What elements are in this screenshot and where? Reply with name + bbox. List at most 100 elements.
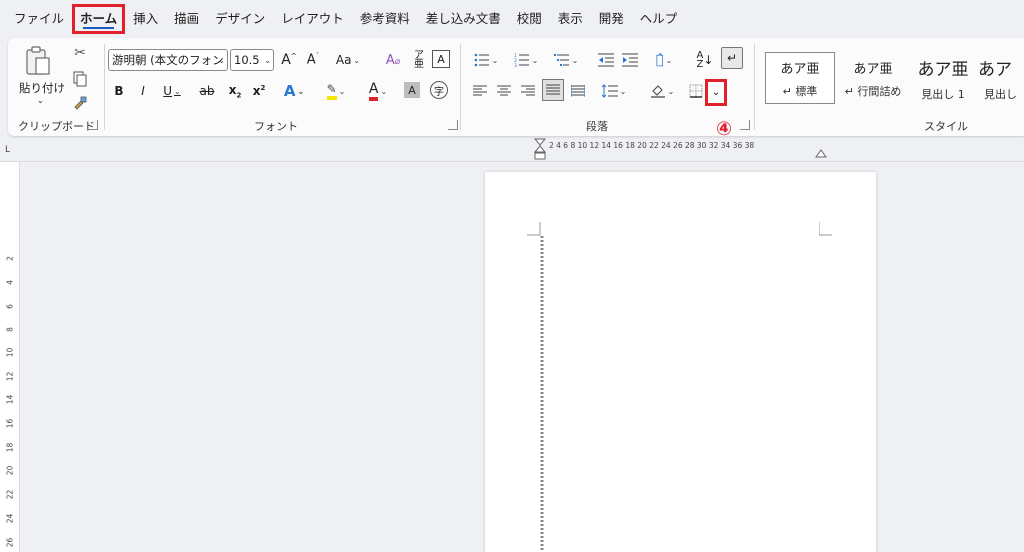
tab-draw[interactable]: 描画 bbox=[166, 6, 207, 32]
tab-mailings[interactable]: 差し込み文書 bbox=[418, 6, 509, 32]
shrink-font-icon: Aˇ bbox=[306, 52, 320, 68]
paste-icon bbox=[26, 46, 50, 75]
align-right-button[interactable] bbox=[518, 80, 538, 102]
bold-button[interactable]: B bbox=[110, 80, 128, 102]
font-group-label: フォント bbox=[254, 120, 298, 133]
vruler-number: 20 bbox=[5, 465, 15, 476]
superscript-icon: x2 bbox=[252, 84, 266, 98]
tab-review[interactable]: 校閲 bbox=[509, 6, 550, 32]
style-heading-2-name: 見出し bbox=[984, 87, 1017, 101]
font-dialog-launcher[interactable] bbox=[448, 120, 458, 130]
chevron-down-icon: ⌄ bbox=[338, 86, 346, 96]
bullets-button[interactable]: ⌄ bbox=[470, 49, 502, 71]
underline-button[interactable]: U ⌄ bbox=[158, 80, 186, 102]
italic-button[interactable]: I bbox=[134, 80, 152, 102]
font-color-button[interactable]: A ⌄ bbox=[362, 80, 394, 102]
styles-group-label: スタイル bbox=[924, 120, 968, 133]
justify-button[interactable] bbox=[542, 79, 564, 101]
numbering-button[interactable]: 1 2 3 ⌄ bbox=[510, 49, 542, 71]
scissors-icon: ✂ bbox=[74, 45, 86, 61]
vruler-number: 16 bbox=[5, 418, 15, 429]
document-page[interactable] bbox=[485, 172, 876, 552]
superscript-button[interactable]: x2 bbox=[250, 80, 268, 102]
increase-indent-icon bbox=[622, 53, 638, 67]
strikethrough-icon: ab bbox=[199, 84, 215, 98]
copy-button[interactable] bbox=[70, 70, 90, 88]
vruler-number: 10 bbox=[5, 347, 15, 358]
character-shading-button[interactable]: A bbox=[404, 82, 420, 98]
borders-button[interactable] bbox=[686, 80, 706, 102]
tab-help[interactable]: ヘルプ bbox=[632, 6, 686, 32]
strikethrough-button[interactable]: ab bbox=[196, 80, 218, 102]
ribbon: 貼り付け ⌄ ✂ クリップボード 游明朝 (本文のフォン ⌄ 10.5 ⌄ A^… bbox=[8, 38, 1024, 136]
vertical-ruler[interactable]: 2 4 6 8 10 12 14 16 18 20 22 24 26 bbox=[0, 162, 20, 552]
clipboard-dialog-launcher[interactable] bbox=[88, 120, 98, 130]
indent-marker-right[interactable] bbox=[815, 148, 827, 158]
horizontal-ruler[interactable]: 2 4 6 8 10 12 14 16 18 20 22 24 26 28 30… bbox=[549, 141, 754, 150]
tab-insert[interactable]: 挿入 bbox=[125, 6, 166, 32]
clear-formatting-button[interactable]: A⌀ bbox=[382, 49, 404, 71]
style-heading-1[interactable]: あア亜 見出し 1 bbox=[908, 52, 978, 104]
enclosed-char-button[interactable]: A bbox=[432, 50, 450, 68]
phonetic-guide-button[interactable]: ア亜 bbox=[408, 49, 430, 71]
chevron-down-icon: ⌄ bbox=[491, 55, 499, 65]
line-spacing-icon bbox=[601, 84, 618, 98]
align-center-button[interactable] bbox=[494, 80, 514, 102]
paste-label: 貼り付け bbox=[19, 81, 65, 95]
multilevel-list-button[interactable]: ⌄ bbox=[550, 49, 582, 71]
group-separator bbox=[460, 44, 461, 130]
highlight-color-button[interactable]: ✎ ⌄ bbox=[320, 80, 352, 102]
bullets-icon bbox=[474, 53, 489, 67]
shading-button[interactable]: ⌄ bbox=[646, 80, 678, 102]
chevron-down-icon: ⌄ bbox=[297, 86, 305, 96]
vruler-number: 6 bbox=[5, 304, 15, 309]
style-heading-2[interactable]: あア 見出し bbox=[978, 52, 1024, 104]
style-normal-sample: あア亜 bbox=[780, 61, 820, 77]
style-no-spacing[interactable]: あア亜 ↵ 行間詰め bbox=[838, 52, 908, 104]
distributed-button[interactable] bbox=[568, 80, 588, 102]
style-heading-1-sample: あア亜 bbox=[917, 59, 969, 80]
align-center-icon bbox=[497, 85, 511, 96]
tab-file[interactable]: ファイル bbox=[6, 6, 72, 32]
enclose-characters-icon: 字 bbox=[434, 86, 444, 98]
tab-design[interactable]: デザイン bbox=[207, 6, 273, 32]
paragraph-group-label: 段落 bbox=[586, 120, 608, 133]
paste-dropdown-icon[interactable]: ⌄ bbox=[37, 96, 44, 105]
increase-indent-button[interactable] bbox=[620, 49, 640, 71]
format-painter-button[interactable] bbox=[70, 94, 90, 112]
enclose-characters-button[interactable]: 字 bbox=[430, 81, 448, 99]
style-normal[interactable]: あア亜 ↵ 標準 bbox=[765, 52, 835, 104]
tab-references[interactable]: 参考資料 bbox=[352, 6, 418, 32]
tab-selector[interactable]: L bbox=[5, 145, 10, 155]
cut-button[interactable]: ✂ bbox=[70, 44, 90, 62]
font-name-combo[interactable]: 游明朝 (本文のフォン ⌄ bbox=[108, 49, 228, 71]
sort-icon: AZ bbox=[696, 50, 704, 70]
shrink-font-button[interactable]: Aˇ bbox=[302, 49, 324, 71]
line-spacing-button[interactable]: ⌄ bbox=[598, 80, 630, 102]
decrease-indent-icon bbox=[598, 53, 614, 67]
asian-layout-button[interactable]: 文̂ ⌄ bbox=[648, 49, 680, 71]
grow-font-button[interactable]: A^ bbox=[278, 49, 300, 71]
show-formatting-button[interactable]: ↵ bbox=[721, 47, 743, 69]
enclosed-char-icon: A bbox=[437, 52, 445, 66]
chevron-down-icon: ⌄ bbox=[531, 55, 539, 65]
paste-button[interactable] bbox=[18, 42, 58, 78]
decrease-indent-button[interactable] bbox=[596, 49, 616, 71]
sort-button[interactable]: A Z ↓ bbox=[694, 49, 716, 71]
paragraph-dialog-launcher[interactable] bbox=[740, 120, 750, 130]
format-painter-icon bbox=[74, 96, 87, 110]
align-left-button[interactable] bbox=[470, 80, 490, 102]
tab-home[interactable]: ホーム bbox=[72, 4, 126, 34]
chevron-down-icon: ⌄ bbox=[174, 86, 181, 96]
tab-developer[interactable]: 開発 bbox=[591, 6, 632, 32]
indent-marker-left[interactable] bbox=[533, 138, 547, 162]
vruler-number: 26 bbox=[5, 537, 15, 548]
tab-layout[interactable]: レイアウト bbox=[273, 6, 352, 32]
text-effects-button[interactable]: A ⌄ bbox=[278, 80, 310, 102]
tab-view[interactable]: 表示 bbox=[550, 6, 591, 32]
change-case-button[interactable]: Aa ⌄ bbox=[330, 49, 366, 71]
font-size-combo[interactable]: 10.5 ⌄ bbox=[230, 49, 274, 71]
chevron-down-icon: ⌄ bbox=[571, 55, 579, 65]
bold-icon: B bbox=[114, 84, 124, 98]
subscript-button[interactable]: x2 bbox=[226, 80, 244, 102]
